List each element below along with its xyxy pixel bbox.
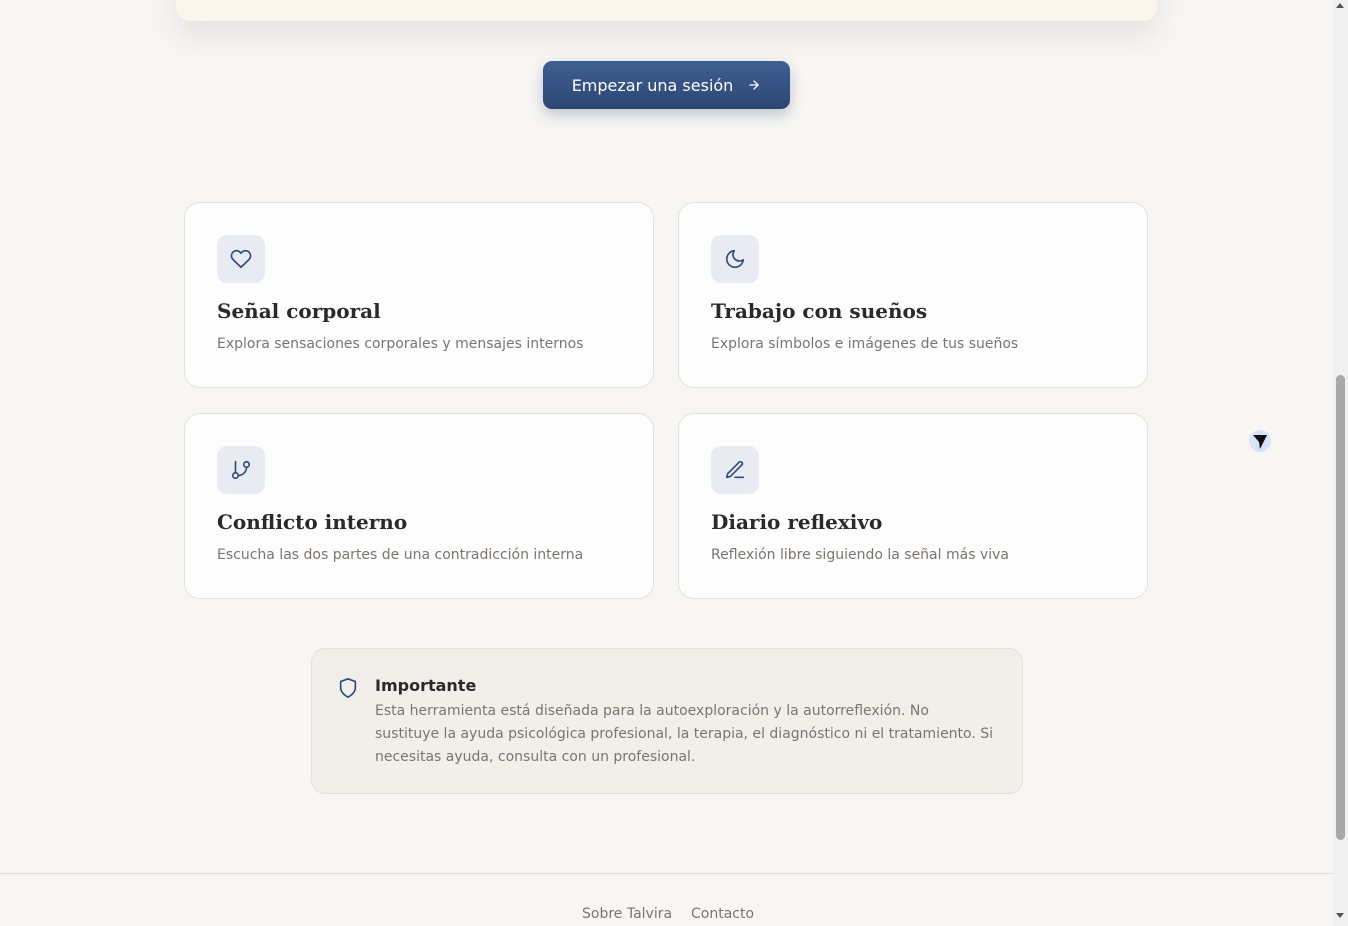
card-icon-box — [711, 446, 759, 494]
notice-title: Importante — [375, 676, 477, 695]
scrollbar-thumb[interactable] — [1336, 375, 1345, 840]
footer: Sobre Talvira Contacto — [0, 873, 1333, 926]
moon-icon — [725, 249, 745, 269]
scrollbar[interactable] — [1333, 0, 1348, 926]
arrow-right-icon — [749, 80, 760, 90]
card-title: Trabajo con sueños — [711, 299, 928, 323]
hero-card: • • — [176, 0, 1157, 21]
card-description: Explora símbolos e imágenes de tus sueño… — [711, 336, 1019, 352]
card-body-signal[interactable]: Señal corporal Explora sensaciones corpo… — [184, 202, 654, 388]
scroll-up-icon[interactable] — [1336, 3, 1344, 8]
heart-icon — [230, 249, 252, 269]
card-dream-work[interactable]: Trabajo con sueños Explora símbolos e im… — [678, 202, 1148, 388]
card-icon-box — [217, 446, 265, 494]
git-branch-icon — [231, 460, 251, 480]
start-session-label: Empezar una sesión — [571, 75, 734, 95]
scroll-down-icon[interactable] — [1336, 913, 1344, 918]
page: • • Empezar una sesión Señal corporal Ex… — [0, 0, 1333, 926]
important-notice: Importante Esta herramienta está diseñad… — [311, 648, 1023, 794]
card-title: Señal corporal — [217, 299, 381, 323]
shield-icon — [339, 678, 357, 698]
card-description: Explora sensaciones corporales y mensaje… — [217, 336, 584, 352]
footer-link-contact[interactable]: Contacto — [691, 906, 754, 922]
card-description: Reflexión libre siguiendo la señal más v… — [711, 547, 1009, 563]
card-icon-box — [711, 235, 759, 283]
card-inner-conflict[interactable]: Conflicto interno Escucha las dos partes… — [184, 413, 654, 599]
footer-link-about[interactable]: Sobre Talvira — [582, 906, 672, 922]
notice-text: Esta herramienta está diseñada para la a… — [375, 703, 994, 765]
card-reflective-journal[interactable]: Diario reflexivo Reflexión libre siguien… — [678, 413, 1148, 599]
card-title: Conflicto interno — [217, 510, 408, 534]
card-title: Diario reflexivo — [711, 510, 883, 534]
card-description: Escucha las dos partes de una contradicc… — [217, 547, 584, 563]
start-session-button[interactable]: Empezar una sesión — [543, 61, 790, 109]
mouse-cursor-icon — [1249, 430, 1271, 452]
pen-icon — [725, 460, 745, 479]
card-icon-box — [217, 235, 265, 283]
